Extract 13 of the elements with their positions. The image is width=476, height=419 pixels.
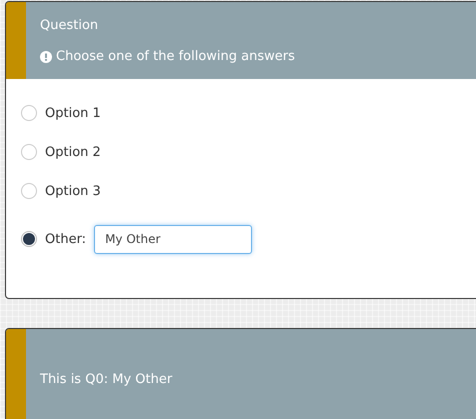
radio-button[interactable] [21,183,37,199]
option-label: Other: [45,232,86,246]
other-input-field[interactable]: My Other [94,224,252,254]
radio-button[interactable] [21,144,37,160]
exclamation-icon [40,51,52,63]
question-title: Question [40,17,100,35]
option-label: Option 2 [45,144,101,160]
radio-button[interactable] [21,105,37,121]
option-label: Option 1 [45,106,101,120]
instruction-text: Choose one of the following answers [56,48,295,66]
radio-button[interactable] [21,231,37,247]
result-text: This is Q0: My Other [40,372,172,387]
option-label: Option 3 [45,184,101,198]
